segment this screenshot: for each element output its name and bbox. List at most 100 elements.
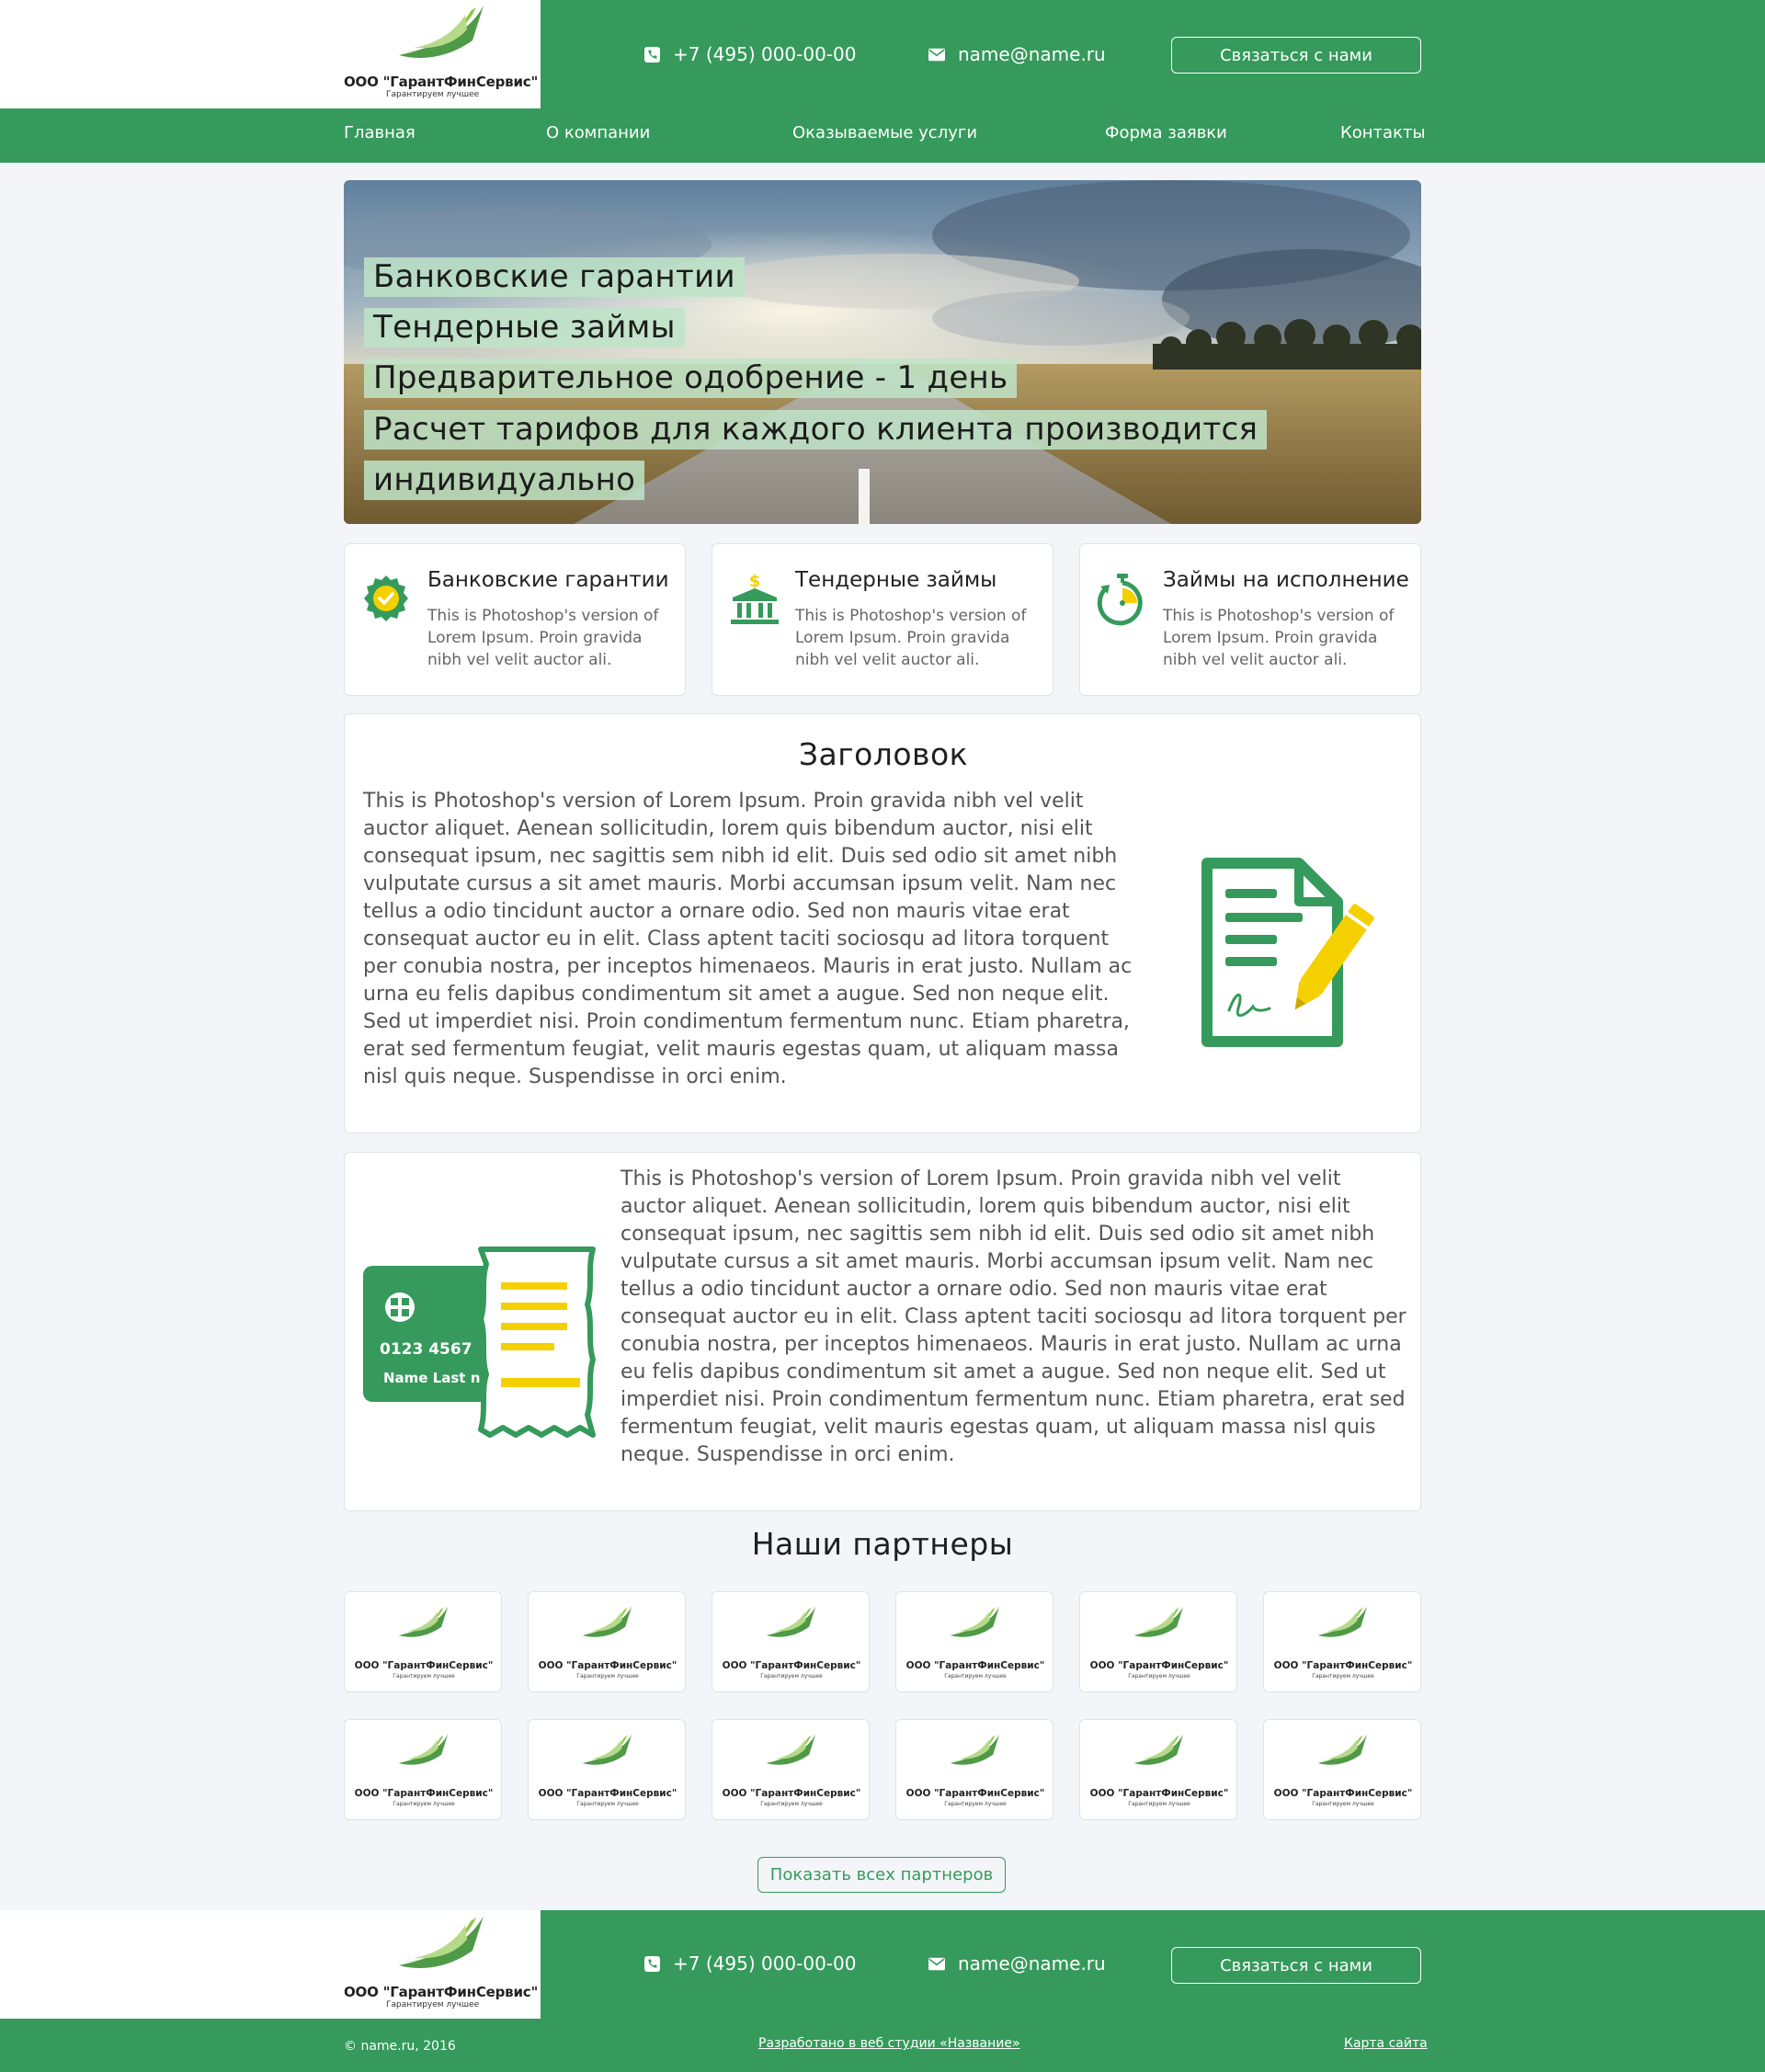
stopwatch-icon <box>1097 574 1143 626</box>
feature-title: Банковские гарантии <box>427 568 669 592</box>
feature-text: This is Photoshop's version of Lorem Ips… <box>427 607 659 669</box>
header-logo[interactable]: ООО "ГарантФинСервис" Гарантируем лучшее <box>344 6 538 101</box>
hero-line-bank-guarantees: Банковские гарантии <box>364 257 745 297</box>
feature-card[interactable]: Банковские гарантии This is Photoshop's … <box>344 543 686 696</box>
partner-logo-tile[interactable]: ООО "ГарантФинСервис" Гарантируем лучшее <box>895 1591 1053 1692</box>
footer-contact-button[interactable]: Связаться с нами <box>1171 1947 1421 1984</box>
partner-logo-tile[interactable]: ООО "ГарантФинСервис" Гарантируем лучшее <box>712 1591 870 1692</box>
logo-company-name: ООО "ГарантФинСервис" <box>344 1984 539 2000</box>
footer-phone-text: +7 (495) 000-00-00 <box>673 1952 857 1975</box>
footer-email[interactable]: name@name.ru <box>928 1952 1106 1975</box>
footer-developer-link[interactable]: Разработано в веб студии «Название» <box>758 2036 1020 2051</box>
logo-mark-icon <box>582 1734 632 1765</box>
logo-mark-icon <box>1317 1606 1368 1637</box>
footer-phone[interactable]: +7 (495) 000-00-00 <box>643 1952 856 1975</box>
partner-name: ООО "ГарантФинСервис" <box>1089 1788 1229 1799</box>
article-text: This is Photoshop's version of Lorem Ips… <box>363 790 1133 1088</box>
partner-name: ООО "ГарантФинСервис" <box>354 1788 494 1799</box>
partner-logo-tile[interactable]: ООО "ГарантФинСервис" Гарантируем лучшее <box>528 1719 686 1820</box>
logo-mark-icon <box>1133 1734 1184 1765</box>
partner-slogan: Гарантируем лучшее <box>576 1801 639 1807</box>
partner-name: ООО "ГарантФинСервис" <box>905 1788 1045 1799</box>
logo-mark-icon <box>950 1606 1000 1637</box>
feature-title: Тендерные займы <box>795 568 997 592</box>
feature-card[interactable]: Займы на исполнение This is Photoshop's … <box>1079 543 1421 696</box>
feature-card[interactable]: $ Тендерные займы This is Photoshop's ve… <box>712 543 1053 696</box>
logo-slogan: Гарантируем лучшее <box>386 2000 480 2009</box>
partner-name: ООО "ГарантФинСервис" <box>1273 1788 1413 1799</box>
feature-text: This is Photoshop's version of Lorem Ips… <box>795 607 1027 669</box>
nav-item-about[interactable]: О компании <box>546 123 650 142</box>
envelope-icon <box>928 1955 945 1972</box>
partner-slogan: Гарантируем лучшее <box>944 1801 1007 1807</box>
partner-logo-tile[interactable]: ООО "ГарантФинСервис" Гарантируем лучшее <box>895 1719 1053 1820</box>
partner-slogan: Гарантируем лучшее <box>944 1673 1007 1679</box>
partner-name: ООО "ГарантФинСервис" <box>1273 1660 1413 1671</box>
logo-slogan: Гарантируем лучшее <box>386 90 480 99</box>
hero-line-tariffs: Расчет тарифов для каждого клиента произ… <box>364 410 1268 450</box>
logo-mark-icon <box>398 1734 449 1765</box>
header-phone-text: +7 (495) 000-00-00 <box>673 43 857 65</box>
partner-slogan: Гарантируем лучшее <box>1312 1673 1374 1679</box>
envelope-icon <box>928 46 945 63</box>
logo-mark-icon <box>1317 1734 1368 1765</box>
partner-logo-tile[interactable]: ООО "ГарантФинСервис" Гарантируем лучшее <box>1079 1591 1237 1692</box>
hero-line-individually: индивидуально <box>364 461 645 500</box>
card-receipt-icon: 0123 4567 Name Last n <box>363 1247 596 1438</box>
logo-mark-icon <box>766 1606 816 1637</box>
header-email-text: name@name.ru <box>958 43 1106 65</box>
bank-dollar-icon: $ <box>731 572 779 624</box>
card-name-text: Name Last n <box>383 1370 480 1386</box>
document-signature-icon <box>1201 858 1374 1047</box>
header-contact-button[interactable]: Связаться с нами <box>1171 37 1421 74</box>
article-title: Заголовок <box>798 736 969 772</box>
logo-mark-icon <box>766 1734 816 1765</box>
card-number-text: 0123 4567 <box>380 1340 473 1359</box>
partner-slogan: Гарантируем лучшее <box>760 1801 823 1807</box>
partner-logo-tile[interactable]: ООО "ГарантФинСервис" Гарантируем лучшее <box>344 1719 502 1820</box>
partner-logo-tile[interactable]: ООО "ГарантФинСервис" Гарантируем лучшее <box>528 1591 686 1692</box>
logo-mark-icon <box>399 1916 484 1968</box>
partner-logo-tile[interactable]: ООО "ГарантФинСервис" Гарантируем лучшее <box>1263 1719 1421 1820</box>
nav-item-contacts[interactable]: Контакты <box>1340 123 1426 142</box>
partner-slogan: Гарантируем лучшее <box>1128 1673 1190 1679</box>
partner-name: ООО "ГарантФинСервис" <box>354 1660 494 1671</box>
header-phone[interactable]: +7 (495) 000-00-00 <box>643 43 856 65</box>
logo-mark-icon <box>582 1606 632 1637</box>
partner-name: ООО "ГарантФинСервис" <box>722 1788 861 1799</box>
partner-slogan: Гарантируем лучшее <box>1312 1801 1374 1807</box>
svg-text:$: $ <box>749 572 761 591</box>
logo-company-name: ООО "ГарантФинСервис" <box>344 74 539 90</box>
nav-item-request-form[interactable]: Форма заявки <box>1105 123 1227 142</box>
header-email[interactable]: name@name.ru <box>928 43 1106 65</box>
footer-logo[interactable]: ООО "ГарантФинСервис" Гарантируем лучшее <box>344 1916 538 2011</box>
feature-text: This is Photoshop's version of Lorem Ips… <box>1163 607 1395 669</box>
nav-item-home[interactable]: Главная <box>344 123 416 142</box>
feature-title: Займы на исполнение <box>1163 568 1409 592</box>
article-card: Заголовок This is Photoshop's version of… <box>344 713 1421 1133</box>
logo-mark-icon <box>398 1606 449 1637</box>
partner-logo-tile[interactable]: ООО "ГарантФинСервис" Гарантируем лучшее <box>712 1719 870 1820</box>
partner-name: ООО "ГарантФинСервис" <box>722 1660 861 1671</box>
article-card-2: 0123 4567 Name Last n This is Photoshop'… <box>344 1152 1421 1511</box>
partner-slogan: Гарантируем лучшее <box>393 1673 455 1679</box>
partner-logo-tile[interactable]: ООО "ГарантФинСервис" Гарантируем лучшее <box>1079 1719 1237 1820</box>
show-all-partners-button[interactable]: Показать всех партнеров <box>757 1857 1006 1893</box>
hero-line-preapproval: Предварительное одобрение - 1 день <box>364 359 1018 398</box>
hero-line-tender-loans: Тендерные займы <box>364 308 685 347</box>
partner-logo-tile[interactable]: ООО "ГарантФинСервис" Гарантируем лучшее <box>344 1591 502 1692</box>
footer-sitemap-link[interactable]: Карта сайта <box>1344 2036 1428 2051</box>
partner-name: ООО "ГарантФинСервис" <box>538 1660 678 1671</box>
nav-item-services[interactable]: Оказываемые услуги <box>792 123 977 142</box>
footer-email-text: name@name.ru <box>958 1952 1106 1975</box>
partner-slogan: Гарантируем лучшее <box>393 1801 455 1807</box>
phone-icon <box>643 1955 660 1972</box>
partners-title: Наши партнеры <box>751 1526 1014 1562</box>
partner-name: ООО "ГарантФинСервис" <box>538 1788 678 1799</box>
partner-slogan: Гарантируем лучшее <box>576 1673 639 1679</box>
logo-mark-icon <box>1133 1606 1184 1637</box>
phone-icon <box>643 46 660 63</box>
logo-mark-icon <box>950 1734 1000 1765</box>
partner-name: ООО "ГарантФинСервис" <box>905 1660 1045 1671</box>
partner-logo-tile[interactable]: ООО "ГарантФинСервис" Гарантируем лучшее <box>1263 1591 1421 1692</box>
